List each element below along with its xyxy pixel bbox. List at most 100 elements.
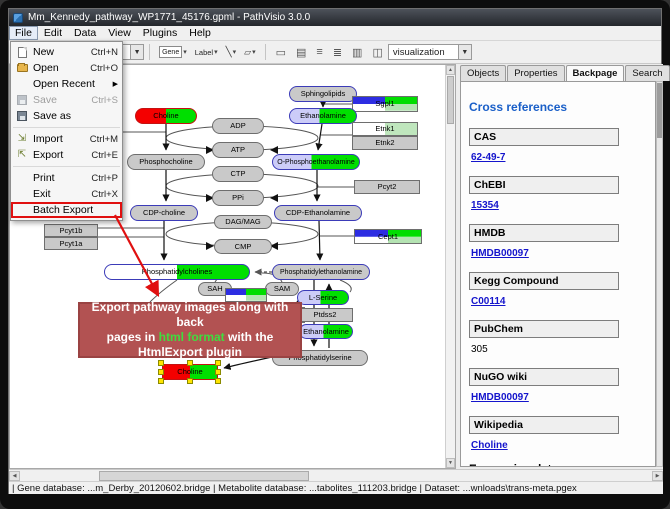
node-gene[interactable]: Etnk2 [352, 136, 418, 150]
node-metabolite[interactable]: SAM [265, 282, 299, 296]
visualization-dropdown-icon[interactable]: ▼ [458, 45, 471, 59]
save-disk-icon [14, 95, 30, 105]
node-gene[interactable]: Pcyt1a [44, 237, 98, 250]
distribute-vertical-icon[interactable]: ≣ [333, 46, 342, 59]
xref-link[interactable]: Choline [471, 440, 655, 451]
node-gene[interactable]: Sgpl1 [352, 96, 418, 112]
screenshot-frame: Mm_Kennedy_pathway_WP1771_45176.gpml - P… [0, 0, 670, 509]
node-gene[interactable]: Cept1 [354, 229, 422, 244]
menu-item-save-as[interactable]: Save as [11, 108, 122, 124]
node-metabolite[interactable]: Choline [135, 108, 197, 124]
side-panel-tabs: Objects Properties Backpage Search Legen… [460, 65, 670, 81]
xref-link[interactable]: 15354 [471, 200, 655, 211]
shape-tool-button[interactable]: ▱ ▾ [241, 45, 258, 60]
xref-title: ChEBI [469, 176, 619, 194]
node-metabolite[interactable]: PPi [212, 190, 264, 206]
selection-handle[interactable] [187, 378, 193, 384]
callout-line2: pages in html format with the [80, 330, 300, 345]
node-gene[interactable]: Etnk1 [352, 122, 418, 136]
tab-search[interactable]: Search [625, 65, 669, 81]
node-metabolite[interactable]: ADP [212, 118, 264, 134]
scroll-down-icon[interactable]: ▼ [446, 458, 455, 468]
menu-help[interactable]: Help [183, 26, 217, 40]
add-gene-button[interactable]: Gene ▾ [156, 44, 190, 60]
tab-objects[interactable]: Objects [460, 65, 506, 81]
node-metabolite[interactable]: L-Serine [297, 290, 349, 305]
selection-handle[interactable] [158, 378, 164, 384]
import-icon: ⇲ [14, 134, 30, 144]
label-dropdown-icon[interactable]: ▾ [214, 48, 218, 56]
xref-section: Wikipedia Choline [469, 416, 655, 451]
xref-title: Wikipedia [469, 416, 619, 434]
title-bar[interactable]: Mm_Kennedy_pathway_WP1771_45176.gpml - P… [9, 9, 661, 26]
node-metabolite[interactable]: CMP [214, 239, 272, 254]
xref-section: Kegg Compound C00114 [469, 272, 655, 307]
node-gene[interactable]: Pcyt2 [354, 180, 420, 194]
node-gene[interactable]: Pcyt1b [44, 224, 98, 237]
scrollbar-thumb[interactable] [657, 83, 662, 138]
selection-handle[interactable] [215, 378, 221, 384]
node-metabolite[interactable]: Phosphocholine [127, 154, 205, 170]
scrollbar-thumb[interactable] [447, 76, 454, 124]
annotation-callout: Export pathway images along with back pa… [78, 302, 302, 358]
selection-handle[interactable] [158, 360, 164, 366]
selection-handle[interactable] [187, 360, 193, 366]
menu-item-open-recent[interactable]: Open Recent▶ [11, 76, 122, 92]
node-metabolite[interactable]: CDP-Ethanolamine [274, 205, 362, 221]
node-metabolite[interactable]: CDP-choline [130, 205, 198, 221]
line-dropdown-icon[interactable]: ▾ [233, 48, 237, 56]
menu-edit[interactable]: Edit [38, 26, 68, 40]
xref-section: NuGO wiki HMDB00097 [469, 368, 655, 403]
callout-line3: HtmlExport plugin [80, 345, 300, 360]
node-metabolite[interactable]: Ethanolamine [289, 108, 357, 124]
menu-item-print[interactable]: PrintCtrl+P [11, 170, 122, 186]
menu-item-import[interactable]: ⇲ ImportCtrl+M [11, 131, 122, 147]
menu-item-batch-export[interactable]: Batch Export [11, 202, 122, 218]
node-metabolite[interactable]: ATP [212, 142, 264, 158]
menu-item-export[interactable]: ⇱ ExportCtrl+E [11, 147, 122, 163]
node-metabolite[interactable]: Sphingolipids [289, 86, 357, 102]
zoom-dropdown-icon[interactable]: ▼ [130, 45, 143, 59]
panel-vertical-scrollbar[interactable] [656, 81, 663, 467]
xref-link[interactable]: HMDB00097 [471, 392, 655, 403]
scroll-left-icon[interactable]: ◀ [9, 471, 20, 481]
node-metabolite[interactable]: DAG/MAG [214, 215, 272, 229]
line-tool-button[interactable]: ╲ ▾ [223, 45, 240, 60]
scroll-up-icon[interactable]: ▲ [446, 65, 455, 75]
canvas-horizontal-scrollbar[interactable]: ◀ ▶ [9, 469, 663, 481]
align-icon[interactable]: ▭ [276, 46, 286, 59]
shape-dropdown-icon[interactable]: ▾ [252, 48, 256, 56]
menu-item-open[interactable]: OpenCtrl+O [11, 60, 122, 76]
node-metabolite[interactable]: CTP [212, 166, 264, 182]
scroll-right-icon[interactable]: ▶ [652, 471, 663, 481]
node-gene[interactable]: Ptdss2 [297, 308, 353, 322]
xref-link[interactable]: 62-49-7 [471, 152, 655, 163]
menu-item-new[interactable]: NewCtrl+N [11, 44, 122, 60]
center-icon[interactable]: ▤ [296, 46, 306, 59]
xref-section: ChEBI 15354 [469, 176, 655, 211]
add-label-button[interactable]: Label ▾ [192, 46, 221, 59]
menu-view[interactable]: View [102, 26, 137, 40]
node-metabolite[interactable]: O-Phosphoethanolamine [272, 154, 360, 170]
common-size-icon[interactable]: ◫ [372, 46, 382, 59]
node-metabolite[interactable]: Phosphatidylethanolamine [272, 264, 370, 280]
xref-link[interactable]: C00114 [471, 296, 655, 307]
menu-data[interactable]: Data [68, 26, 102, 40]
canvas-vertical-scrollbar[interactable]: ▲ ▼ [445, 65, 455, 468]
xref-link[interactable]: HMDB00097 [471, 248, 655, 259]
selection-handle[interactable] [215, 369, 221, 375]
menu-file[interactable]: File [9, 26, 38, 40]
tab-properties[interactable]: Properties [507, 65, 564, 81]
menu-item-exit[interactable]: ExitCtrl+X [11, 186, 122, 202]
selection-handle[interactable] [215, 360, 221, 366]
node-metabolite[interactable]: Phosphatidylcholines [104, 264, 250, 280]
node-metabolite[interactable]: Ethanolamine [299, 324, 353, 339]
stack-icon[interactable]: ▥ [352, 46, 362, 59]
gene-dropdown-icon[interactable]: ▾ [183, 48, 187, 56]
menu-plugins[interactable]: Plugins [137, 26, 183, 40]
tab-backpage[interactable]: Backpage [566, 65, 625, 81]
distribute-horizontal-icon[interactable]: ≡ [316, 46, 322, 58]
scrollbar-thumb[interactable] [99, 471, 309, 481]
selection-handle[interactable] [158, 369, 164, 375]
visualization-combobox[interactable]: visualization ▼ [388, 44, 472, 60]
